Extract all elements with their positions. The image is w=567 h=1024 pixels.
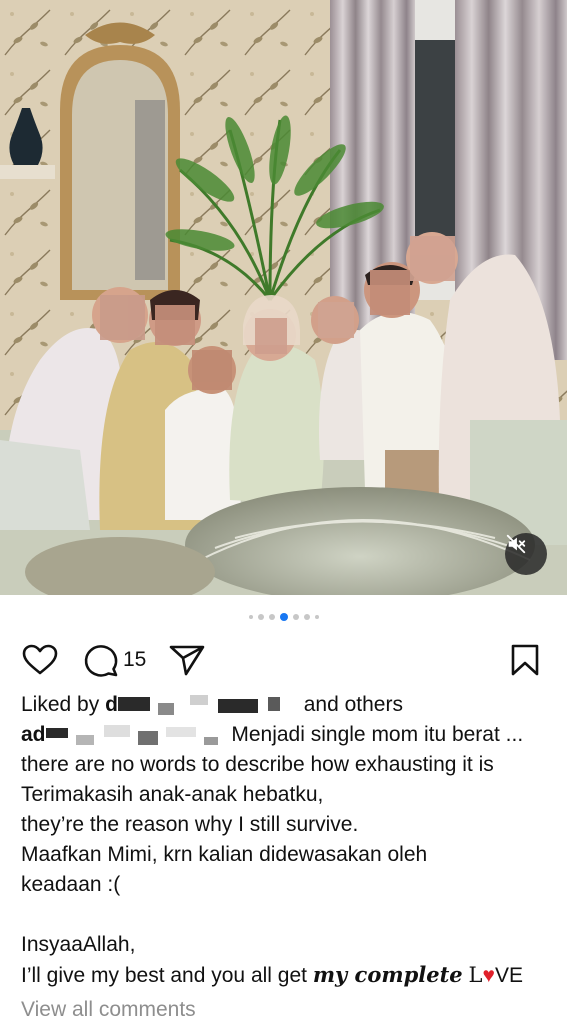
caption-line: Terimakasih anak-anak hebatku,: [21, 783, 324, 806]
view-all-comments-link[interactable]: View all comments: [21, 998, 196, 1022]
share-button[interactable]: [169, 638, 205, 682]
heart-emoji-icon: ♥: [482, 964, 495, 987]
carousel-dot: [303, 614, 310, 620]
carousel-indicator: [0, 612, 567, 622]
bookmark-icon: [511, 644, 539, 676]
liker-username[interactable]: d: [105, 693, 298, 716]
post-action-bar: 15: [0, 638, 567, 682]
speaker-muted-icon: [506, 534, 526, 554]
redacted-username: [117, 695, 298, 716]
comment-button[interactable]: 15: [83, 638, 146, 682]
carousel-dot: [248, 615, 253, 619]
post-photo[interactable]: [0, 0, 567, 595]
caption-line: keadaan :(: [21, 873, 121, 896]
redacted-author: [45, 725, 226, 746]
paper-plane-icon: [169, 645, 205, 676]
comment-count: 15: [123, 648, 147, 671]
caption-line: Maafkan Mimi, krn kalian didewasakan ole…: [21, 843, 428, 866]
caption-last-text: I’ll give my best and you all get: [21, 964, 307, 987]
heart-outline-icon: [22, 644, 58, 675]
mute-button[interactable]: [505, 533, 547, 575]
carousel-dot: [268, 614, 275, 620]
post-caption: Liked by d and others ad Menjadi single …: [21, 690, 551, 990]
carousel-dot-active: [279, 613, 288, 621]
caption-line: they’re the reason why I still survive.: [21, 813, 359, 836]
caption-line: there are no words to describe how exhau…: [21, 753, 494, 776]
like-button[interactable]: [22, 638, 58, 682]
carousel-dot: [314, 615, 319, 619]
love-ve: VE: [494, 964, 523, 987]
speech-bubble-icon: [84, 645, 118, 677]
author-username[interactable]: ad: [21, 723, 226, 746]
liked-by-prefix: Liked by: [21, 693, 100, 716]
caption-first-line: ad Menjadi single mom itu berat ...: [21, 720, 551, 750]
carousel-dot: [292, 614, 299, 620]
caption-last-line: I’ll give my best and you all get my com…: [21, 960, 551, 990]
caption-styled-text: my complete: [312, 962, 463, 987]
carousel-dot: [257, 614, 264, 620]
caption-line: InsyaaAllah,: [21, 933, 136, 956]
liked-by-suffix: and others: [303, 693, 403, 716]
family-photo-image: [0, 0, 567, 595]
caption-first-text: Menjadi single mom itu berat ...: [231, 723, 524, 746]
love-l: L: [468, 963, 483, 987]
liked-by-line[interactable]: Liked by d and others: [21, 690, 551, 720]
save-button[interactable]: [510, 638, 540, 682]
